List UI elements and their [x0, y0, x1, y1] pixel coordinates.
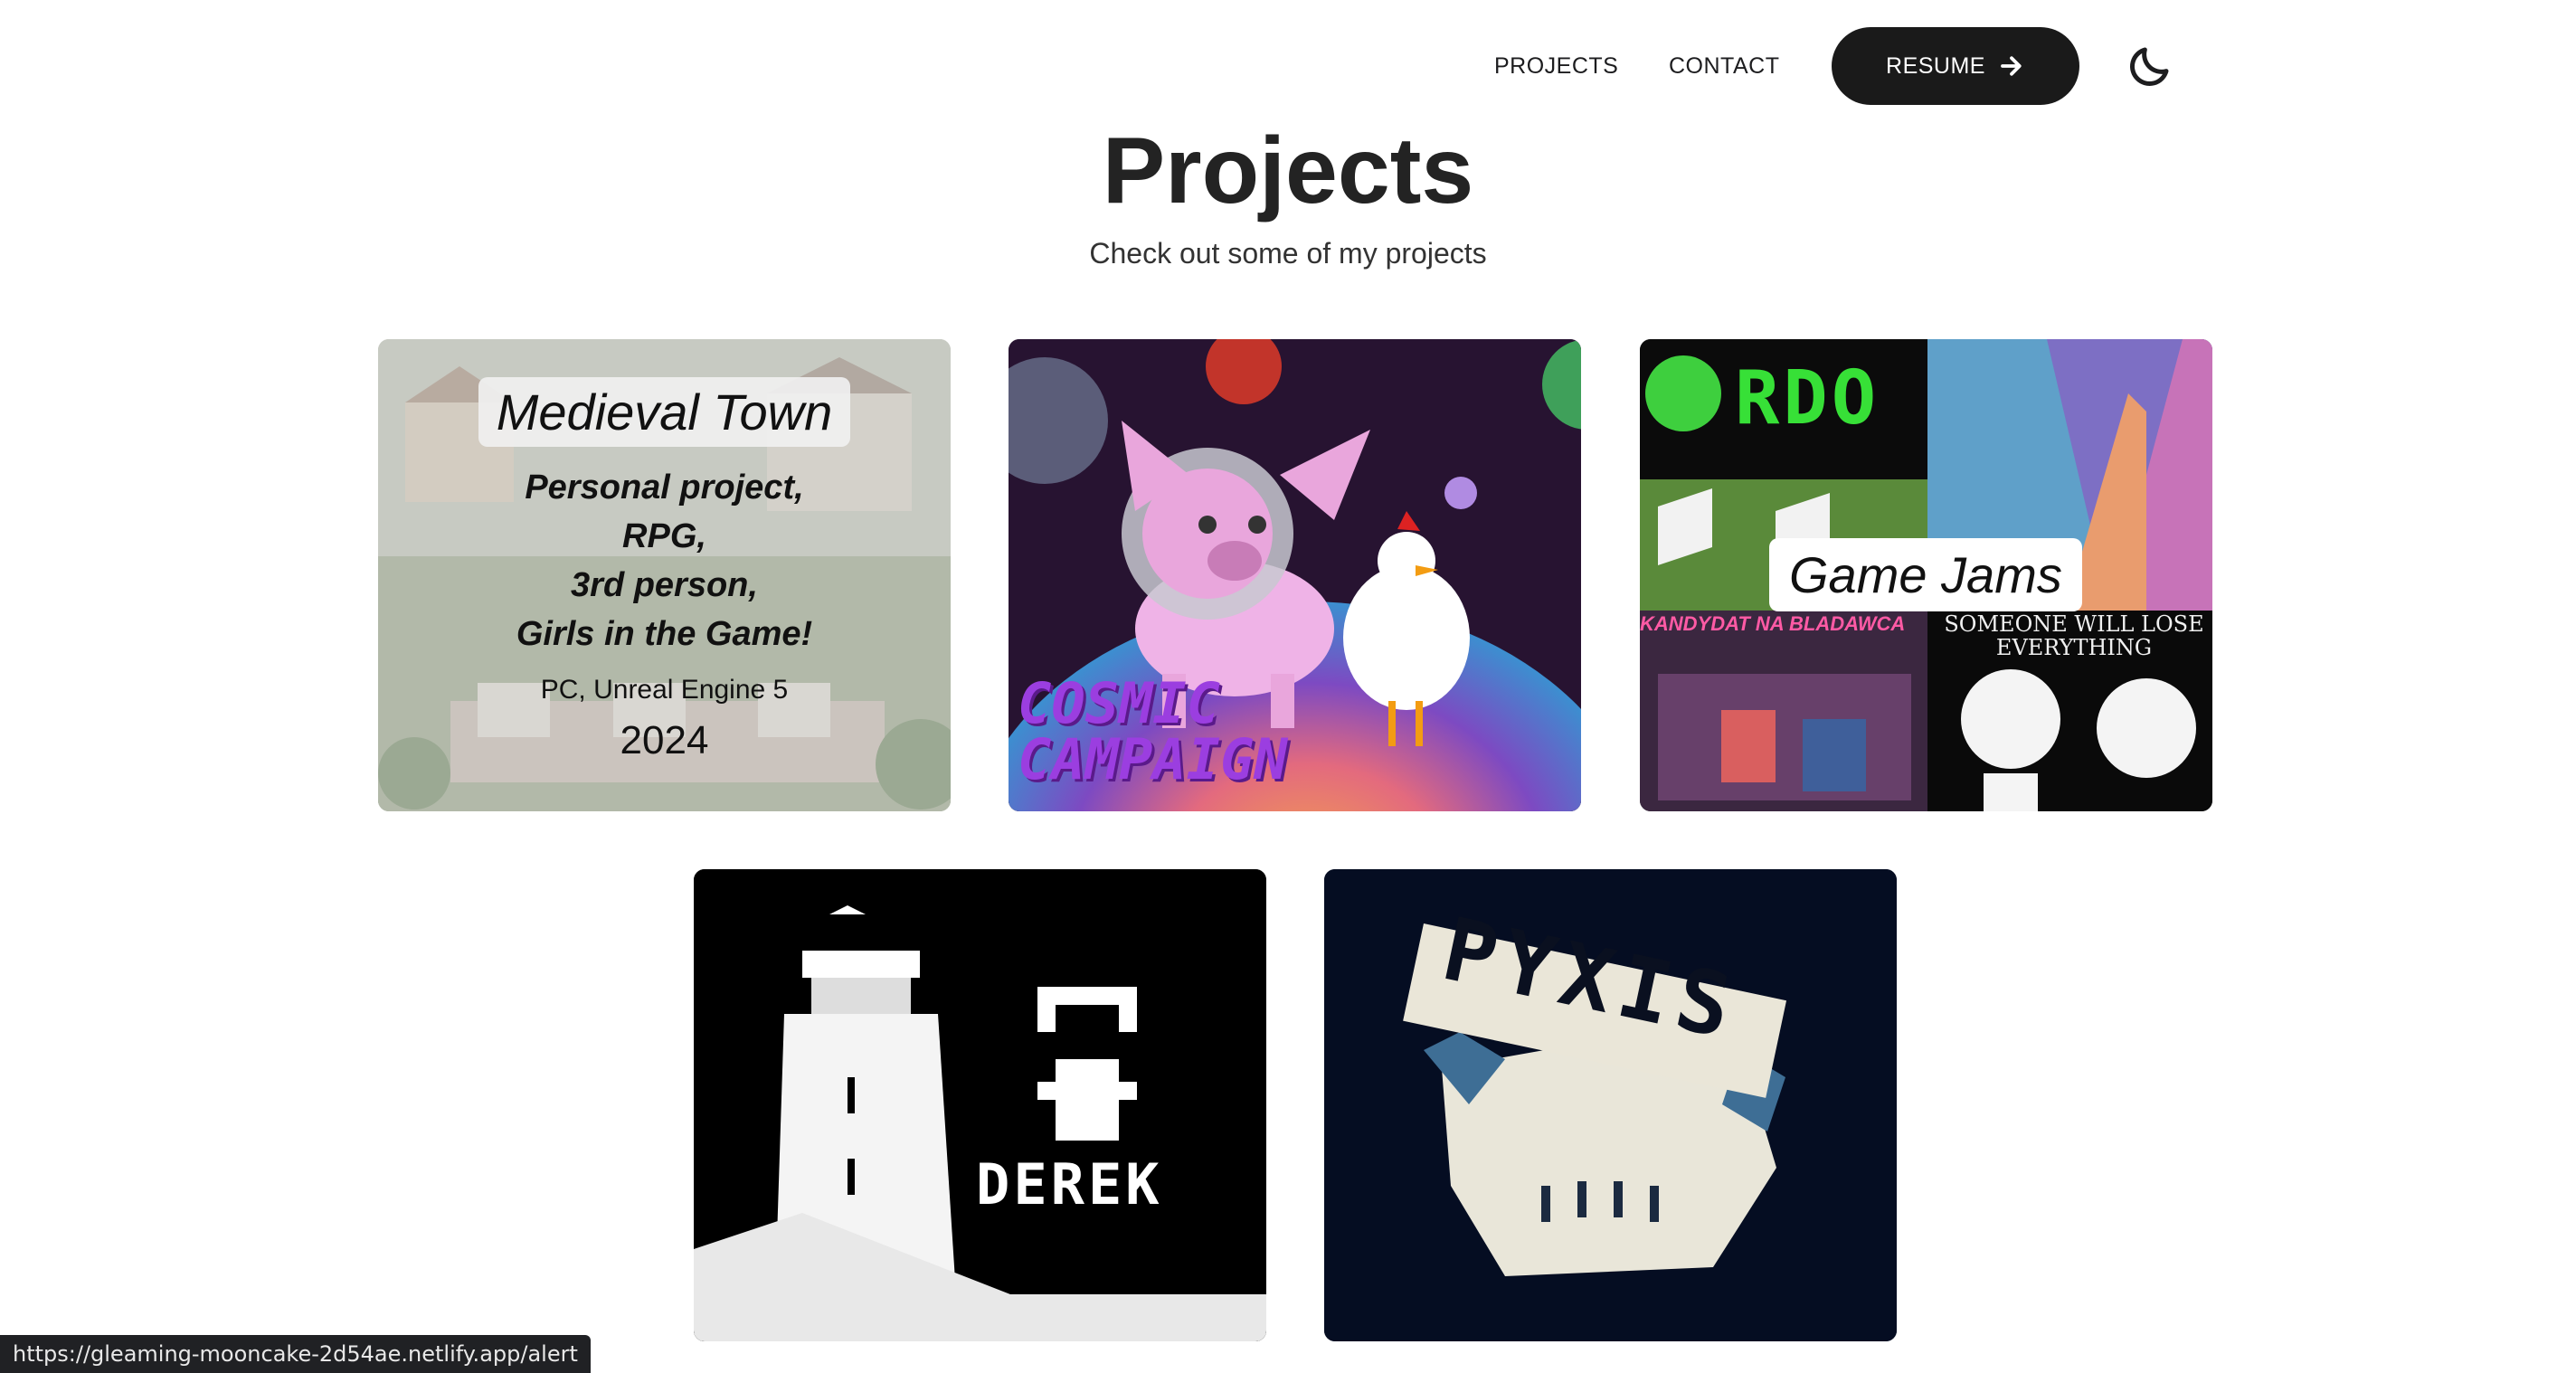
resume-button-label: RESUME: [1886, 52, 1985, 79]
project-card-medieval-town[interactable]: Medieval Town Personal project, RPG, 3rd…: [378, 339, 951, 811]
derek-logo: DEREK: [976, 1151, 1163, 1217]
card-year: 2024: [620, 718, 709, 762]
project-card-derek[interactable]: DEREK: [694, 869, 1266, 1341]
medieval-town-overlay: Medieval Town Personal project, RPG, 3rd…: [378, 339, 951, 811]
resume-button[interactable]: RESUME: [1832, 27, 2079, 105]
someone-will-lose-label: SOMEONE WILL LOSE EVERYTHING: [1944, 611, 2204, 660]
page-title: Projects: [1102, 118, 1474, 223]
project-card-game-jams[interactable]: RDO KANDYDAT NA BLADAWCA SOMEONE WILL LO…: [1640, 339, 2212, 811]
kandydat-label: KANDYDAT NA BLADAWCA: [1640, 612, 1906, 635]
project-card-cosmic-campaign[interactable]: COSMIC CAMPAIGN: [1009, 339, 1581, 811]
moon-icon[interactable]: [2126, 42, 2174, 90]
card-title: Game Jams: [1769, 538, 2082, 611]
page-subtitle: Check out some of my projects: [1089, 237, 1487, 270]
card-platform: PC, Unreal Engine 5: [540, 675, 789, 705]
cosmic-campaign-logo: COSMIC CAMPAIGN: [1018, 670, 1288, 792]
nav-link-contact[interactable]: CONTACT: [1669, 27, 1779, 105]
rdo-logo: RDO: [1735, 355, 1880, 441]
arrow-right-icon: [2001, 56, 2022, 76]
navbar: PROJECTS CONTACT RESUME: [0, 27, 2576, 105]
nav-link-projects[interactable]: PROJECTS: [1494, 27, 1618, 105]
derek-thumbnail: [694, 869, 1266, 1341]
card-title: Medieval Town: [478, 377, 851, 447]
card-description: Personal project, RPG, 3rd person, Girls…: [516, 469, 813, 653]
project-card-pyxis[interactable]: PYXIS: [1324, 869, 1897, 1341]
browser-status-url: https://gleaming-mooncake-2d54ae.netlify…: [0, 1335, 591, 1373]
